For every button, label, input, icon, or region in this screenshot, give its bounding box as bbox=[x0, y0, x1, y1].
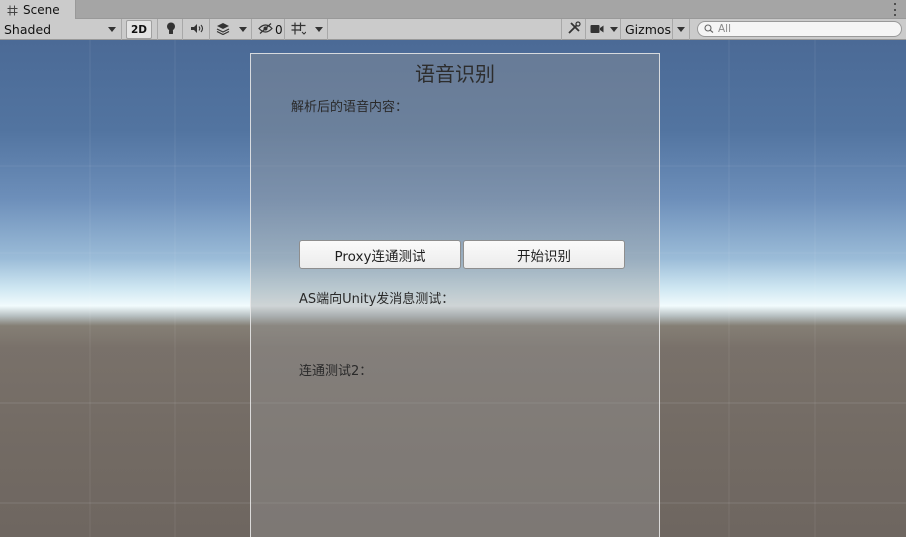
proxy-test-button[interactable]: Proxy连通测试 bbox=[299, 240, 461, 269]
tab-strip: Scene bbox=[0, 0, 906, 20]
effects-dropdown[interactable] bbox=[235, 19, 252, 40]
scene-view[interactable]: 语音识别 解析后的语音内容： Proxy连通测试 开始识别 AS端向Unity发… bbox=[0, 40, 906, 537]
eye-hidden-icon bbox=[258, 22, 273, 37]
chevron-down-icon bbox=[239, 27, 247, 32]
grid-toggle-button[interactable] bbox=[287, 19, 309, 40]
hidden-objects-toggle[interactable]: 0 bbox=[255, 19, 285, 40]
parsed-content-label: 解析后的语音内容： bbox=[291, 100, 409, 115]
tools-icon bbox=[567, 21, 581, 38]
search-input[interactable] bbox=[718, 23, 898, 35]
start-recognition-button[interactable]: 开始识别 bbox=[463, 240, 625, 269]
grid-dropdown[interactable] bbox=[310, 19, 328, 40]
grid-snap-icon bbox=[291, 22, 306, 38]
connectivity-test2-label: 连通测试2： bbox=[299, 364, 373, 379]
speaker-icon bbox=[190, 23, 204, 37]
hidden-count: 0 bbox=[275, 22, 283, 37]
search-field[interactable] bbox=[697, 21, 902, 37]
search-icon bbox=[704, 22, 714, 36]
audio-toggle-button[interactable] bbox=[184, 19, 210, 40]
tools-button[interactable] bbox=[562, 19, 586, 40]
scene-toolbar: Shaded 2D 0 Gizmos All bbox=[0, 19, 906, 40]
page-title: 语音识别 bbox=[415, 62, 495, 86]
tab-label: Scene bbox=[23, 3, 60, 17]
tab-scene[interactable]: Scene bbox=[0, 0, 76, 20]
canvas-panel: 语音识别 解析后的语音内容： Proxy连通测试 开始识别 AS端向Unity发… bbox=[250, 53, 660, 537]
lightbulb-icon bbox=[166, 22, 176, 38]
hash-grid-icon bbox=[7, 5, 18, 16]
layers-icon bbox=[216, 22, 230, 38]
toolbar-divider bbox=[157, 19, 158, 40]
chevron-down-icon bbox=[314, 27, 323, 32]
shading-mode-label: Shaded bbox=[4, 22, 52, 37]
camera-dropdown[interactable] bbox=[607, 19, 621, 40]
chevron-down-icon bbox=[677, 27, 685, 32]
toggle-2d-button[interactable]: 2D bbox=[126, 20, 152, 39]
chevron-down-icon bbox=[609, 27, 618, 32]
effects-toggle-button[interactable] bbox=[211, 19, 235, 40]
shading-mode-dropdown[interactable]: Shaded bbox=[0, 19, 122, 40]
chevron-down-icon bbox=[108, 27, 116, 32]
as-message-label: AS端向Unity发消息测试： bbox=[299, 292, 455, 307]
more-options-icon[interactable] bbox=[892, 2, 898, 16]
lighting-toggle-button[interactable] bbox=[159, 19, 183, 40]
camera-icon bbox=[590, 23, 604, 37]
gizmos-button[interactable]: Gizmos bbox=[622, 19, 672, 40]
gizmos-dropdown[interactable] bbox=[672, 19, 690, 40]
camera-button[interactable] bbox=[587, 19, 607, 40]
